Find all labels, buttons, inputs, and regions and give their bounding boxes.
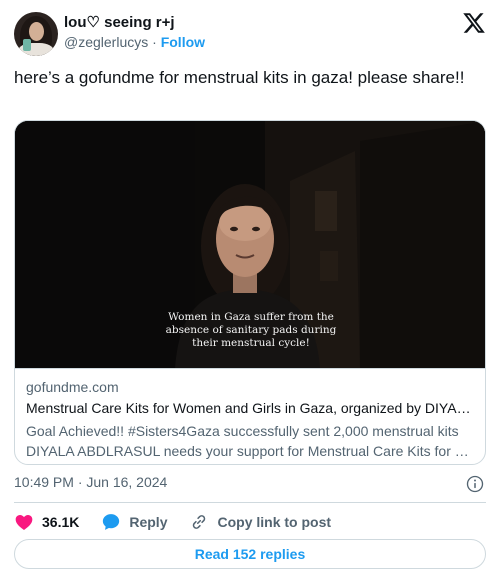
author-display-name[interactable]: lou♡ seeing r+j: [64, 13, 175, 31]
speech-bubble-icon: [103, 514, 120, 530]
like-count: 36.1K: [42, 514, 80, 530]
read-replies-button[interactable]: Read 152 replies: [14, 539, 486, 569]
author-handle[interactable]: @zeglerlucys: [64, 34, 148, 50]
link-domain: gofundme.com: [26, 379, 119, 395]
link-icon: [193, 515, 206, 529]
link-preview-card[interactable]: Women in Gaza suffer from the absence of…: [14, 120, 486, 465]
tweet-timestamp[interactable]: 10:49 PM · Jun 16, 2024: [14, 474, 167, 490]
video-caption: Women in Gaza suffer from the absence of…: [165, 311, 337, 349]
like-button[interactable]: 36.1K: [14, 512, 79, 532]
link-card-info: gofundme.com Menstrual Care Kits for Wom…: [15, 368, 485, 461]
tweet-text: here’s a gofundme for menstrual kits in …: [14, 68, 465, 87]
info-icon[interactable]: [466, 475, 484, 493]
heart-icon: [15, 515, 33, 530]
link-title: Menstrual Care Kits for Women and Girls …: [26, 400, 476, 416]
author-handle-row: @zeglerlucys · Follow: [64, 34, 205, 50]
tweet-embed-card: lou♡ seeing r+j @zeglerlucys · Follow he…: [0, 0, 500, 583]
action-bar: 36.1K Reply Copy link to post: [14, 511, 353, 533]
link-description: Goal Achieved!! #Sisters4Gaza successful…: [26, 423, 476, 459]
reply-button[interactable]: Reply: [101, 512, 167, 532]
reply-label: Reply: [129, 514, 168, 530]
follow-button[interactable]: Follow: [161, 34, 205, 50]
copy-link-label: Copy link to post: [217, 514, 332, 530]
copy-link-button[interactable]: Copy link to post: [189, 512, 331, 532]
link-preview-image: Women in Gaza suffer from the absence of…: [15, 121, 485, 368]
divider: [14, 502, 486, 503]
x-logo-icon[interactable]: [462, 11, 486, 35]
separator-dot: ·: [152, 34, 157, 50]
avatar[interactable]: [14, 12, 58, 56]
